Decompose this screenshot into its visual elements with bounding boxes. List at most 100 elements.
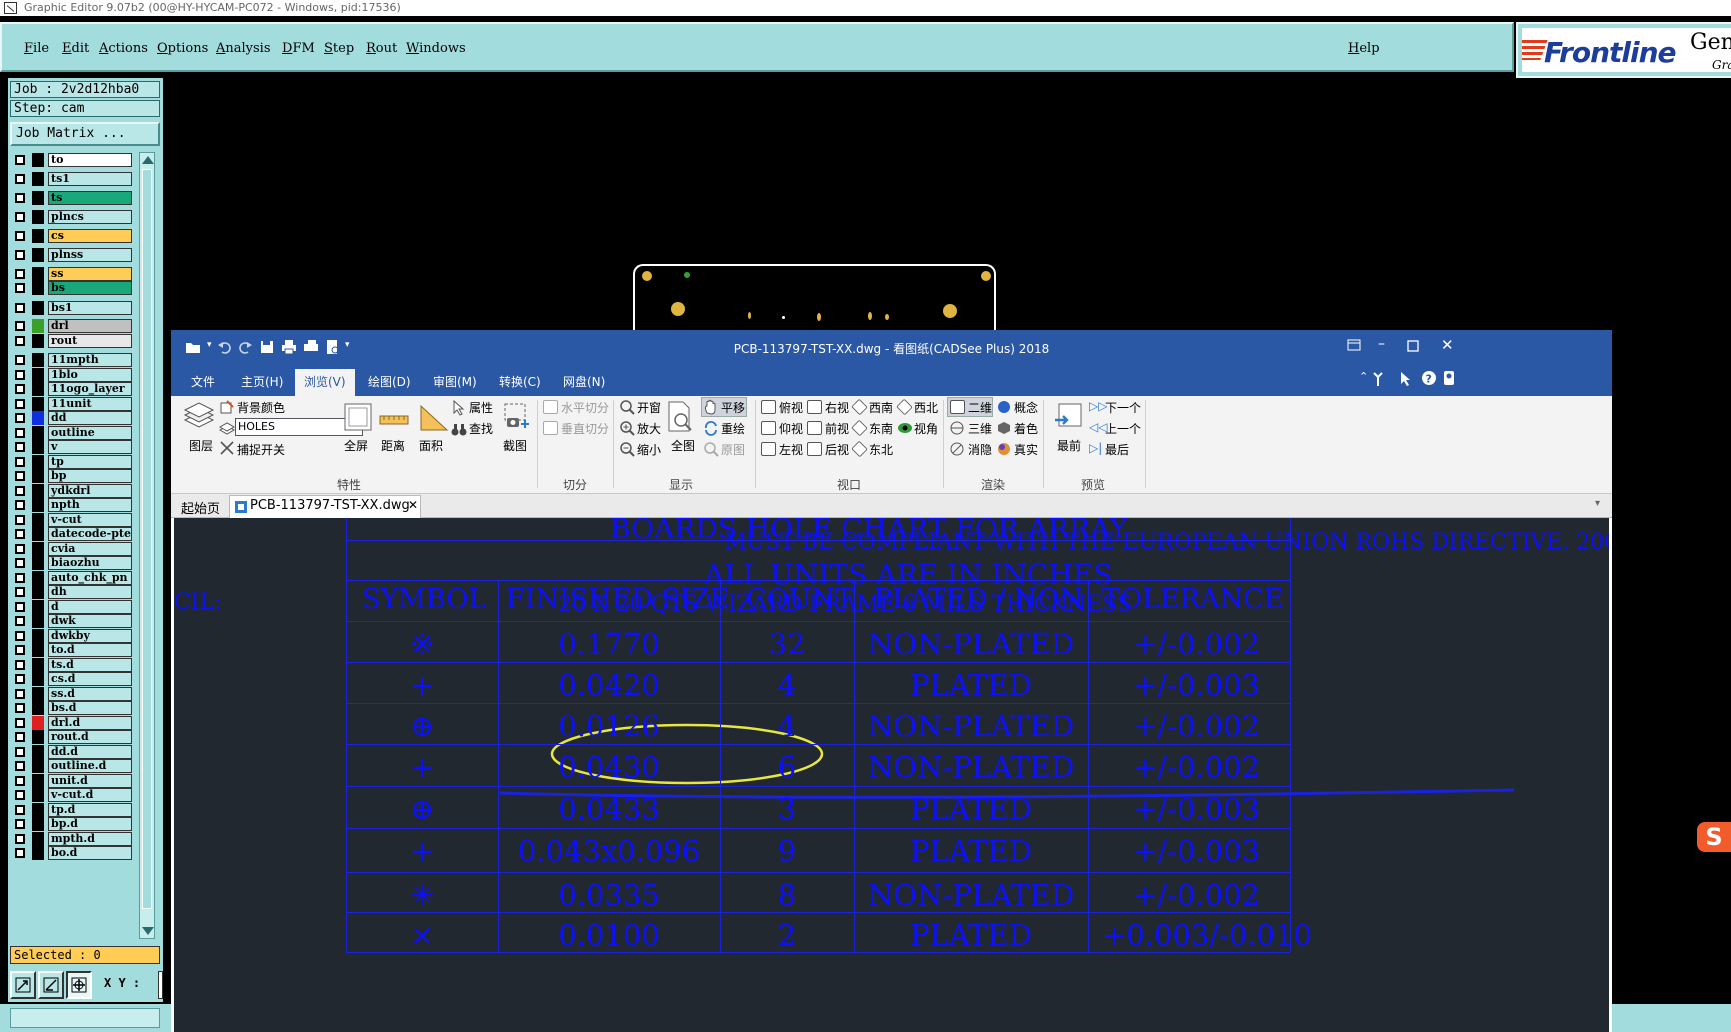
layer-row[interactable]: plncs xyxy=(10,209,138,225)
zoom-in-button[interactable]: 放大 xyxy=(637,420,661,437)
layer-checkbox[interactable] xyxy=(15,486,25,496)
layer-color-swatch[interactable] xyxy=(32,191,44,205)
layer-name[interactable]: drl.d xyxy=(48,716,132,730)
tab-convert[interactable]: 转换(C) xyxy=(499,373,541,390)
layer-checkbox[interactable] xyxy=(15,848,25,858)
minimize-icon[interactable]: – xyxy=(1378,336,1385,352)
next-button[interactable]: 下一个 xyxy=(1105,399,1141,416)
layer-color-swatch[interactable] xyxy=(32,210,44,224)
layer-name[interactable]: bs.d xyxy=(48,701,132,715)
concept-button[interactable]: 概念 xyxy=(1014,399,1038,416)
binoculars-icon[interactable] xyxy=(451,421,467,437)
layer-color-swatch[interactable] xyxy=(32,455,44,469)
layer-row[interactable]: drl xyxy=(10,318,138,334)
layer-color-swatch[interactable] xyxy=(32,498,44,512)
user-icon[interactable] xyxy=(1443,370,1455,386)
screenshot-button[interactable]: 截图 xyxy=(503,437,527,454)
tab-cloud[interactable]: 网盘(N) xyxy=(563,373,605,390)
layer-color-swatch[interactable] xyxy=(32,846,44,860)
tab-browse[interactable]: 浏览(V) xyxy=(295,369,355,396)
layer-checkbox[interactable] xyxy=(15,442,25,452)
layer-color-swatch[interactable] xyxy=(32,319,44,333)
layer-checkbox[interactable] xyxy=(15,231,25,241)
tab-review[interactable]: 审图(M) xyxy=(433,373,477,390)
layer-name[interactable]: dd xyxy=(48,411,132,425)
layer-checkbox[interactable] xyxy=(15,616,25,626)
layer-row[interactable]: 11ogo_layer xyxy=(10,381,138,397)
layer-name[interactable]: auto_chk_pn xyxy=(48,571,132,585)
layer-row[interactable]: biaozhu xyxy=(10,555,138,571)
layer-label[interactable]: 图层 xyxy=(189,437,213,454)
layer-checkbox[interactable] xyxy=(15,500,25,510)
layer-name[interactable]: rout xyxy=(48,334,132,348)
tab-list-dropdown-icon[interactable]: ▾ xyxy=(1595,498,1600,509)
layer-color-swatch[interactable] xyxy=(32,803,44,817)
layer-name[interactable]: cvia xyxy=(48,542,132,556)
layer-checkbox[interactable] xyxy=(15,174,25,184)
layer-color-swatch[interactable] xyxy=(32,382,44,396)
full-view-icon[interactable] xyxy=(667,401,695,433)
layer-color-swatch[interactable] xyxy=(32,585,44,599)
layer-color-swatch[interactable] xyxy=(32,600,44,614)
layer-color-swatch[interactable] xyxy=(32,730,44,744)
top-view-button[interactable]: 俯视 xyxy=(779,399,803,416)
layer-color-swatch[interactable] xyxy=(32,716,44,730)
layer-checkbox[interactable] xyxy=(15,573,25,583)
threed-button[interactable]: 三维 xyxy=(968,420,992,437)
layer-color-swatch[interactable] xyxy=(32,172,44,186)
layer-row[interactable]: to.d xyxy=(10,642,138,658)
layer-color-swatch[interactable] xyxy=(32,368,44,382)
layer-color-swatch[interactable] xyxy=(32,571,44,585)
layer-color-swatch[interactable] xyxy=(32,788,44,802)
vertical-split-button[interactable]: 垂直切分 xyxy=(561,420,609,437)
close-tab-icon[interactable]: ✕ xyxy=(408,498,418,512)
layer-color-swatch[interactable] xyxy=(32,469,44,483)
layer-name[interactable]: plncs xyxy=(48,210,132,224)
fullscreen-button[interactable]: 全屏 xyxy=(344,437,368,454)
front-view-button[interactable]: 前视 xyxy=(825,420,849,437)
xy-coordinate-field[interactable] xyxy=(158,971,163,999)
layer-name[interactable]: tp.d xyxy=(48,803,132,817)
layer-color-swatch[interactable] xyxy=(32,153,44,167)
layer-name[interactable]: mpth.d xyxy=(48,832,132,846)
prev-button[interactable]: 上一个 xyxy=(1105,420,1141,437)
layer-row[interactable]: bs xyxy=(10,280,138,296)
layer-row[interactable]: 11mpth xyxy=(10,352,138,368)
layer-checkbox[interactable] xyxy=(15,587,25,597)
layer-name[interactable]: 11unit xyxy=(48,397,132,411)
realistic-button[interactable]: 真实 xyxy=(1014,441,1038,458)
layer-name[interactable]: ts1 xyxy=(48,172,132,186)
northeast-view-button[interactable]: 东北 xyxy=(869,441,893,458)
scroll-thumb[interactable] xyxy=(142,169,152,909)
layer-row[interactable]: bp.d xyxy=(10,816,138,832)
southeast-view-button[interactable]: 东南 xyxy=(869,420,893,437)
layer-checkbox[interactable] xyxy=(15,718,25,728)
layer-checkbox[interactable] xyxy=(15,529,25,539)
layer-row[interactable]: v xyxy=(10,439,138,455)
layer-checkbox[interactable] xyxy=(15,355,25,365)
layer-name[interactable]: 1blo xyxy=(48,368,132,382)
scroll-down-icon[interactable] xyxy=(142,927,154,935)
horizontal-split-button[interactable]: 水平切分 xyxy=(561,399,609,416)
zoom-out-icon[interactable] xyxy=(619,441,635,457)
layer-color-swatch[interactable] xyxy=(32,281,44,295)
layer-color-swatch[interactable] xyxy=(32,440,44,454)
close-icon[interactable]: ✕ xyxy=(1441,336,1454,354)
hide-button[interactable]: 消隐 xyxy=(968,441,992,458)
layer-checkbox[interactable] xyxy=(15,212,25,222)
layer-name[interactable]: biaozhu xyxy=(48,556,132,570)
layer-name[interactable]: bp xyxy=(48,469,132,483)
layer-color-swatch[interactable] xyxy=(32,426,44,440)
layer-row[interactable]: dwk xyxy=(10,613,138,629)
left-view-button[interactable]: 左视 xyxy=(779,441,803,458)
distance-icon[interactable] xyxy=(379,404,409,430)
layer-checkbox[interactable] xyxy=(15,399,25,409)
layer-name[interactable]: plnss xyxy=(48,248,132,262)
layer-row[interactable]: ts1 xyxy=(10,171,138,187)
layer-color-swatch[interactable] xyxy=(32,542,44,556)
layer-row[interactable]: npth xyxy=(10,497,138,513)
layer-stack-icon[interactable] xyxy=(183,402,215,430)
layer-color-swatch[interactable] xyxy=(32,484,44,498)
frontmost-icon[interactable] xyxy=(1053,402,1083,432)
dwg-file-tab[interactable]: PCB-113797-TST-XX.dwg ✕ xyxy=(229,495,421,519)
